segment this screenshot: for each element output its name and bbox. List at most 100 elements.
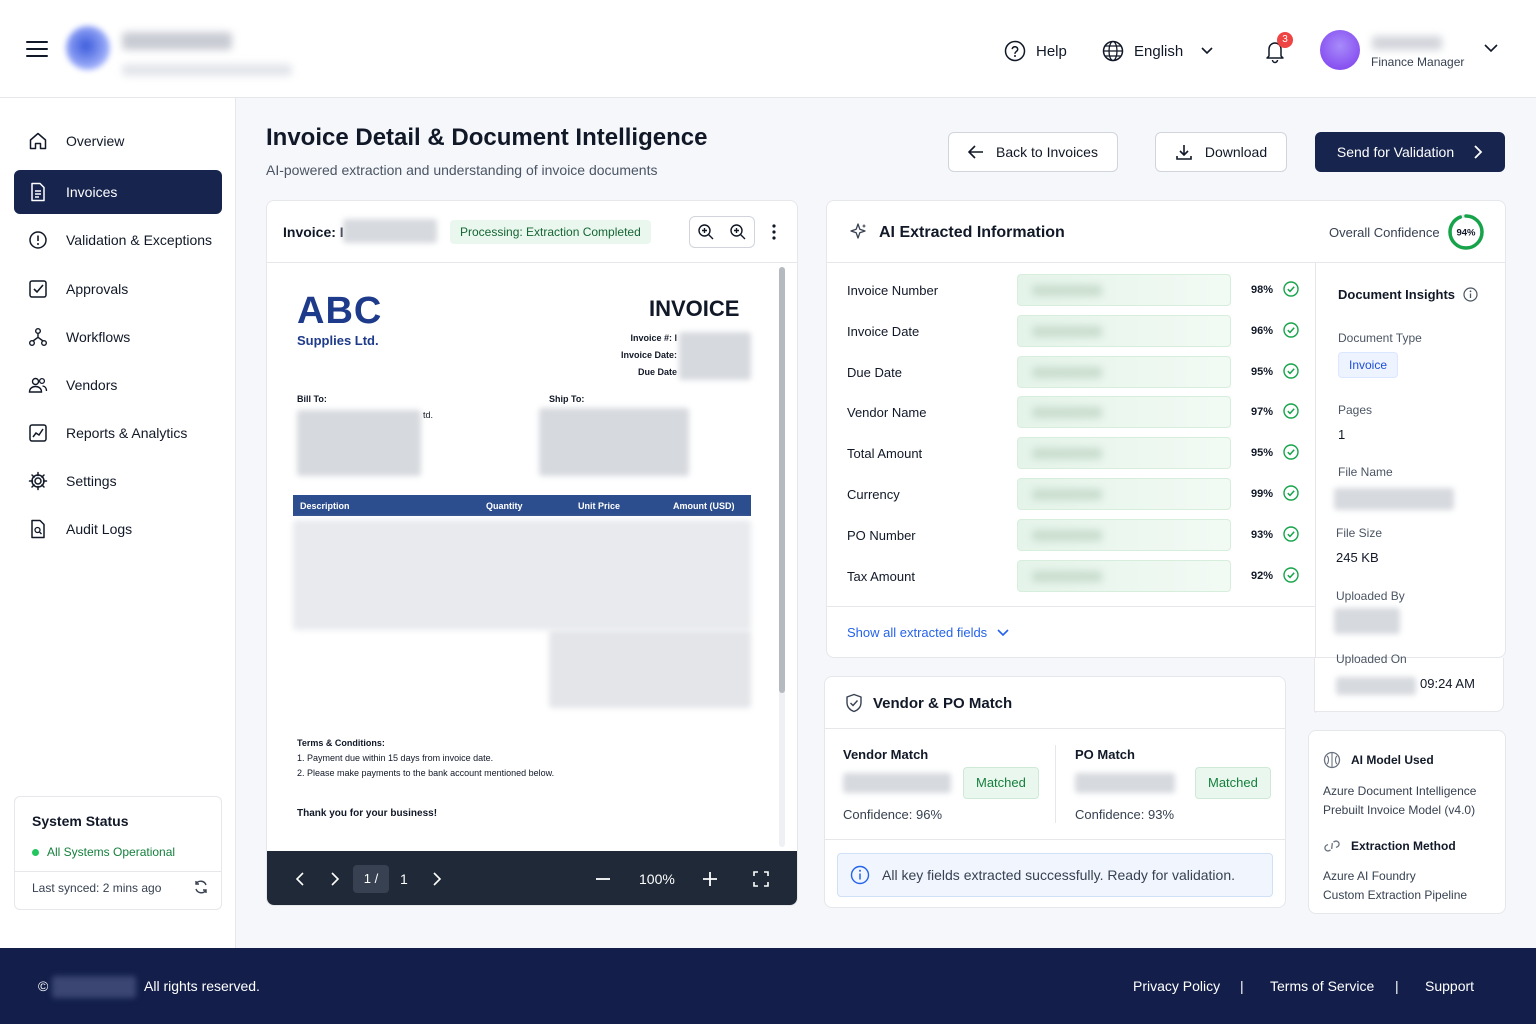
extraction-method-label: Extraction Method	[1351, 839, 1456, 853]
extracted-field-row[interactable]: PO Number 93%	[827, 516, 1315, 557]
po-match-label: PO Match	[1075, 747, 1135, 762]
field-value-redacted[interactable]	[1017, 478, 1231, 510]
field-label: Due Date	[847, 364, 902, 380]
info-icon[interactable]	[1463, 287, 1478, 302]
vendor-logo-subtitle: Supplies Ltd.	[297, 333, 379, 348]
field-confidence: 96%	[1251, 324, 1274, 337]
field-value-blur	[1032, 448, 1102, 460]
company-name-redacted	[122, 32, 232, 50]
ai-model-name: Azure Document Intelligence	[1323, 784, 1477, 798]
sparkle-icon	[849, 223, 867, 241]
extracted-field-row[interactable]: Vendor Name 97%	[827, 393, 1315, 434]
page-number-input[interactable]: 1 /	[353, 865, 389, 893]
extraction-info-text: All key fields extracted successfully. R…	[882, 867, 1236, 883]
terms-title: Terms & Conditions:	[297, 738, 385, 748]
sidebar-item-label: Invoices	[66, 184, 118, 200]
sidebar-item-overview[interactable]: Overview	[14, 119, 222, 163]
help-link[interactable]: Help	[1004, 38, 1067, 64]
check-circle-icon	[1283, 322, 1299, 338]
zoom-out-minus-icon[interactable]	[596, 851, 610, 905]
company-logo	[66, 26, 110, 70]
hamburger-menu-icon[interactable]	[26, 40, 48, 58]
extracted-field-row[interactable]: Currency 99%	[827, 475, 1315, 516]
po-match-confidence: Confidence: 93%	[1075, 807, 1175, 822]
language-selector[interactable]: English	[1102, 38, 1213, 64]
extracted-field-row[interactable]: Due Date 95%	[827, 353, 1315, 394]
send-for-validation-label: Send for Validation	[1336, 144, 1455, 160]
zoom-in-plus-icon[interactable]	[703, 851, 717, 905]
zoom-in-icon[interactable]	[729, 223, 747, 241]
link-icon	[1323, 839, 1341, 853]
chevron-down-icon	[997, 628, 1009, 637]
send-for-validation-button[interactable]: Send for Validation	[1315, 132, 1505, 172]
field-value-blur	[1032, 407, 1102, 419]
totals-redacted	[549, 630, 751, 708]
workflow-icon	[28, 327, 48, 347]
prev-page-icon[interactable]	[295, 851, 304, 905]
sidebar-item-validation[interactable]: Validation & Exceptions	[14, 218, 222, 262]
ship-to-label: Ship To:	[549, 394, 585, 404]
fullscreen-icon[interactable]	[753, 851, 769, 905]
document-scrollbar-thumb[interactable]	[779, 267, 785, 693]
page-title: Invoice Detail & Document Intelligence	[266, 124, 708, 151]
field-value-redacted[interactable]	[1017, 559, 1231, 592]
next-page-icon[interactable]	[331, 851, 340, 905]
terms-of-service-link[interactable]: Terms of Service	[1270, 978, 1374, 994]
invoice-document-preview: ABC Supplies Ltd. INVOICE Invoice #: I I…	[267, 264, 777, 851]
support-link[interactable]: Support	[1425, 978, 1474, 994]
field-value-redacted[interactable]	[1017, 355, 1231, 388]
divider	[827, 606, 1315, 607]
terms-line: 1. Payment due within 15 days from invoi…	[297, 753, 494, 763]
vendor-po-match-card: Vendor & PO Match Vendor Match Matched C…	[824, 676, 1286, 908]
extraction-method-title: Extraction Method	[1323, 839, 1456, 853]
overall-confidence-gauge: 94%	[1447, 213, 1485, 251]
sidebar-item-reports[interactable]: Reports & Analytics	[14, 411, 222, 455]
sidebar-item-audit-logs[interactable]: Audit Logs	[14, 507, 222, 551]
show-all-fields-link[interactable]: Show all extracted fields	[847, 625, 1009, 640]
check-circle-icon	[1283, 444, 1299, 460]
sidebar-item-vendors[interactable]: Vendors	[14, 363, 222, 407]
field-confidence: 93%	[1251, 528, 1274, 541]
user-avatar[interactable]	[1320, 30, 1360, 70]
ai-panel-header: AI Extracted Information Overall Confide…	[827, 201, 1505, 263]
field-value-redacted[interactable]	[1017, 518, 1231, 551]
sidebar-item-approvals[interactable]: Approvals	[14, 267, 222, 311]
refresh-icon[interactable]	[193, 879, 209, 895]
field-value-redacted[interactable]	[1017, 314, 1231, 347]
field-value-blur	[1032, 285, 1102, 296]
extracted-field-row[interactable]: Total Amount 95%	[827, 434, 1315, 475]
download-button[interactable]: Download	[1155, 132, 1287, 172]
shield-check-icon	[845, 693, 863, 713]
notification-count-badge: 3	[1277, 32, 1293, 48]
field-value-redacted[interactable]	[1017, 396, 1231, 429]
back-to-invoices-label: Back to Invoices	[996, 144, 1098, 160]
next-page-icon[interactable]	[433, 851, 442, 905]
checkbox-icon	[28, 279, 48, 299]
extracted-field-row[interactable]: Tax Amount 92%	[827, 557, 1315, 598]
viewer-header: Invoice: I Processing: Extraction Comple…	[267, 201, 797, 263]
field-confidence: 92%	[1251, 569, 1274, 582]
field-value-redacted[interactable]	[1017, 274, 1231, 306]
sidebar-item-invoices[interactable]: Invoices	[14, 170, 222, 214]
user-menu-chevron-icon[interactable]	[1484, 44, 1498, 53]
field-value-redacted[interactable]	[1017, 437, 1231, 470]
extracted-field-row[interactable]: Invoice Date 96%	[827, 312, 1315, 353]
back-to-invoices-button[interactable]: Back to Invoices	[948, 132, 1118, 172]
sidebar-item-workflows[interactable]: Workflows	[14, 315, 222, 359]
overall-confidence-label: Overall Confidence	[1329, 225, 1440, 240]
arrow-left-icon	[968, 145, 984, 159]
extracted-field-row[interactable]: Invoice Number 98%	[827, 271, 1315, 312]
sidebar-item-settings[interactable]: Settings	[14, 459, 222, 503]
zoom-level: 100%	[639, 871, 675, 887]
more-options-icon[interactable]	[771, 223, 777, 241]
brain-icon	[1323, 751, 1341, 769]
check-circle-icon	[1283, 485, 1299, 501]
privacy-policy-link[interactable]: Privacy Policy	[1133, 978, 1220, 994]
sidebar: Overview Invoices Validation & Exception…	[0, 98, 236, 948]
uploaded-on-date-redacted	[1336, 677, 1416, 695]
file-name-label: File Name	[1338, 465, 1393, 479]
ai-model-label: AI Model Used	[1351, 753, 1434, 767]
vendor-match-confidence: Confidence: 96%	[843, 807, 943, 822]
viewer-toolbar: 1 / 1 100%	[267, 851, 797, 905]
zoom-out-icon[interactable]	[697, 223, 715, 241]
